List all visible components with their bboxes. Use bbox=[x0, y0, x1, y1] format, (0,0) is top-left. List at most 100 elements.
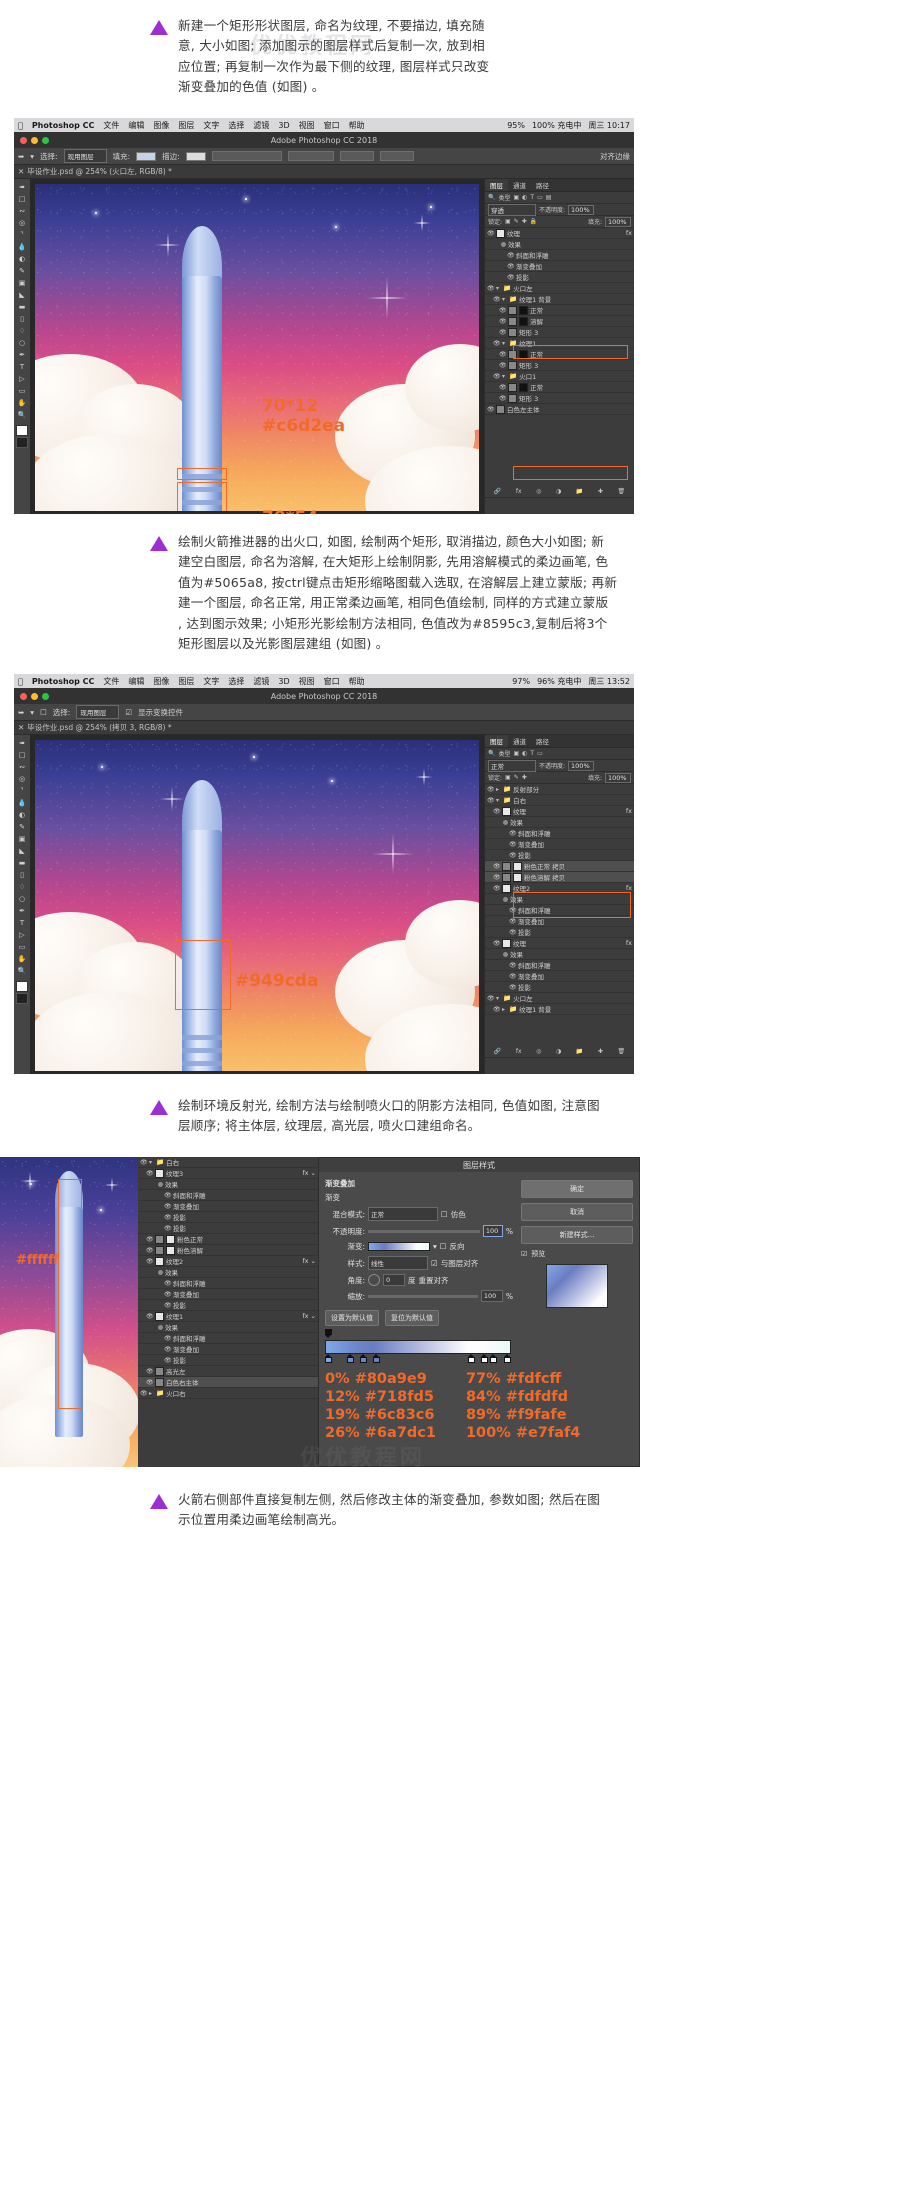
chevron-down-icon[interactable]: ▾ bbox=[149, 1159, 154, 1166]
layer-row-highlighted[interactable]: 👁 粉色溶解 拷贝 bbox=[485, 872, 634, 883]
tool-preset-chevron-icon[interactable]: ▾ bbox=[30, 708, 34, 717]
layer-effect-row[interactable]: 效果 bbox=[485, 949, 634, 960]
layer-name[interactable]: 纹理2 bbox=[166, 1256, 183, 1266]
preview-checkbox[interactable]: ☑ bbox=[521, 1250, 527, 1258]
gradient-color-stop[interactable] bbox=[360, 1354, 367, 1363]
eye-icon[interactable]: 👁 bbox=[509, 852, 517, 859]
layer-effect-row[interactable]: 效果 bbox=[485, 817, 634, 828]
lasso-tool-icon[interactable]: ∾ bbox=[16, 761, 28, 772]
filter-shape-icon[interactable]: ▭ bbox=[537, 750, 543, 757]
filter-type-icon[interactable]: T bbox=[530, 194, 534, 201]
history-brush-tool-icon[interactable]: ◣ bbox=[16, 845, 28, 856]
filter-pixel-icon[interactable]: ▣ bbox=[514, 194, 520, 201]
layer-name[interactable]: 纹理1 背景 bbox=[519, 1004, 551, 1014]
pen-tool-icon[interactable]: ✒ bbox=[16, 349, 28, 360]
eye-icon[interactable]: 👁 bbox=[509, 984, 517, 991]
layer-name[interactable]: 粉色溶解 bbox=[177, 1245, 203, 1255]
eye-icon[interactable]: 👁 bbox=[507, 252, 515, 259]
eye-icon[interactable]: 👁 bbox=[499, 329, 507, 336]
effect-name[interactable]: 投影 bbox=[518, 982, 531, 992]
blend-mode-row[interactable]: 穿透 不透明度: 100% bbox=[485, 203, 634, 216]
eye-icon[interactable]: 👁 bbox=[146, 1313, 154, 1320]
mac-menubar-1[interactable]:  Photoshop CC 文件 编辑 图像 图层 文字 选择 滤镜 3D 视… bbox=[14, 118, 634, 132]
effect-name[interactable]: 效果 bbox=[165, 1322, 178, 1332]
eye-icon[interactable]: 👁 bbox=[507, 274, 515, 281]
fx-icon[interactable]: fx bbox=[626, 939, 632, 947]
menu-image[interactable]: 图像 bbox=[153, 120, 169, 131]
style-dropdown[interactable]: 线性 bbox=[368, 1256, 428, 1270]
layers-panel-footer-1[interactable]: 🔗 fx ◎ ◑ 📁 ✚ 🗑 bbox=[485, 486, 634, 498]
menu-file[interactable]: 文件 bbox=[103, 676, 119, 687]
layer-mask-thumbnail[interactable] bbox=[519, 305, 528, 315]
layer-name[interactable]: 正常 bbox=[530, 382, 543, 392]
effect-name[interactable]: 渐变叠加 bbox=[173, 1289, 199, 1299]
chevron-down-icon[interactable]: ▾ bbox=[496, 285, 501, 292]
delete-layer-icon[interactable]: 🗑 bbox=[618, 1048, 626, 1055]
layer-group-row[interactable]: 👁 ▾ 📁 火口左 bbox=[485, 993, 634, 1004]
layer-thumbnail[interactable] bbox=[508, 360, 517, 370]
new-layer-icon[interactable]: ✚ bbox=[598, 1048, 603, 1055]
effect-name[interactable]: 渐变叠加 bbox=[516, 261, 542, 271]
gradient-tool-icon[interactable]: ▯ bbox=[16, 313, 28, 324]
opacity-value[interactable]: 100% bbox=[568, 760, 595, 771]
layer-effect-row[interactable]: 👁 斜面和浮雕 bbox=[138, 1190, 318, 1201]
fx-icon[interactable]: fx bbox=[626, 807, 632, 815]
fill-value[interactable]: 100% bbox=[605, 772, 631, 783]
tab-close-icon[interactable]: ✕ bbox=[18, 167, 24, 176]
menu-image[interactable]: 图像 bbox=[153, 676, 169, 687]
layer-effect-row[interactable]: 👁 渐变叠加 bbox=[138, 1289, 318, 1300]
tab-layers[interactable]: 图层 bbox=[485, 179, 508, 191]
layer-group-row[interactable]: 👁 ▸ 📁 反射部分 bbox=[485, 784, 634, 795]
effect-name[interactable]: 效果 bbox=[508, 239, 521, 249]
chevron-right-icon[interactable]: ▸ bbox=[149, 1390, 154, 1397]
add-style-icon[interactable]: fx bbox=[516, 488, 522, 495]
gradient-chevron-icon[interactable]: ▾ bbox=[433, 1242, 437, 1251]
layer-mask-thumbnail[interactable] bbox=[519, 316, 528, 326]
layer-mask-thumbnail[interactable] bbox=[166, 1234, 175, 1244]
gradient-color-stop[interactable] bbox=[373, 1354, 380, 1363]
layer-thumbnail[interactable] bbox=[155, 1377, 164, 1387]
layer-group-row[interactable]: 👁 ▾ 📁 火口左 bbox=[485, 283, 634, 294]
gradient-preview[interactable] bbox=[368, 1242, 430, 1251]
align-edges-label[interactable]: 对齐边缘 bbox=[600, 151, 630, 162]
mac-menubar-2[interactable]:  Photoshop CC 文件 编辑 图像 图层 文字 选择 滤镜 3D 视… bbox=[14, 674, 634, 688]
lock-position-icon[interactable]: ✚ bbox=[522, 774, 527, 781]
layer-row[interactable]: 👁 ▸ 📁 纹理1 背景 bbox=[485, 1004, 634, 1015]
tools-panel-1[interactable]: ➠ □ ∾ ◎ ⌝ 💧 ◐ ✎ ▣ ◣ ▬ ▯ ♢ ○ ✒ T ▷ ▭ ✋ 🔍 bbox=[14, 179, 30, 514]
layer-effect-row[interactable]: 👁 斜面和浮雕 bbox=[138, 1333, 318, 1344]
background-color-swatch[interactable] bbox=[16, 437, 28, 448]
layer-name[interactable]: 粉色正常 bbox=[177, 1234, 203, 1244]
eye-icon[interactable]: 👁 bbox=[509, 830, 517, 837]
eye-icon[interactable]: 👁 bbox=[164, 1192, 172, 1199]
layer-row[interactable]: 👁 正常 bbox=[485, 305, 634, 316]
dodge-tool-icon[interactable]: ○ bbox=[16, 893, 28, 904]
blur-tool-icon[interactable]: ♢ bbox=[16, 881, 28, 892]
effect-name[interactable]: 效果 bbox=[165, 1179, 178, 1189]
layer-effect-row[interactable]: 👁 斜面和浮雕 bbox=[138, 1278, 318, 1289]
canvas-2[interactable]: #949cda bbox=[30, 735, 484, 1074]
layer-thumbnail[interactable] bbox=[508, 327, 517, 337]
eraser-tool-icon[interactable]: ▬ bbox=[16, 857, 28, 868]
reset-align-label[interactable]: 重置对齐 bbox=[419, 1275, 449, 1286]
layer-thumbnail[interactable] bbox=[508, 382, 517, 392]
scale-slider[interactable] bbox=[368, 1294, 478, 1298]
opacity-slider[interactable] bbox=[368, 1229, 480, 1233]
move-tool-icon[interactable]: ➠ bbox=[16, 737, 28, 748]
tab-layers[interactable]: 图层 bbox=[485, 735, 508, 747]
search-icon[interactable]: 🔍 bbox=[488, 194, 495, 201]
eye-icon[interactable]: 👁 bbox=[493, 296, 501, 303]
filter-smart-icon[interactable]: ▤ bbox=[546, 194, 552, 201]
fx-icon[interactable]: fx bbox=[626, 884, 632, 892]
layer-name[interactable]: 纹理 bbox=[507, 228, 520, 238]
layer-name[interactable]: 白右 bbox=[513, 795, 526, 805]
eye-icon[interactable]: 👁 bbox=[493, 1006, 501, 1013]
eye-icon[interactable]: 👁 bbox=[509, 973, 517, 980]
menu-file[interactable]: 文件 bbox=[103, 120, 119, 131]
tool-preset-chevron-icon[interactable]: ▾ bbox=[30, 152, 34, 161]
document-tab-bar-2[interactable]: ✕ 毕设作业.psd @ 254% (拷贝 3, RGB/8) * bbox=[14, 721, 634, 735]
layer-effect-row[interactable]: 👁 投影 bbox=[485, 272, 634, 283]
eye-icon[interactable]: 👁 bbox=[146, 1236, 154, 1243]
layers-panel-footer-2[interactable]: 🔗 fx ◎ ◑ 📁 ✚ 🗑 bbox=[485, 1046, 634, 1058]
add-mask-icon[interactable]: ◎ bbox=[536, 1048, 541, 1055]
eye-icon[interactable]: 👁 bbox=[493, 874, 501, 881]
